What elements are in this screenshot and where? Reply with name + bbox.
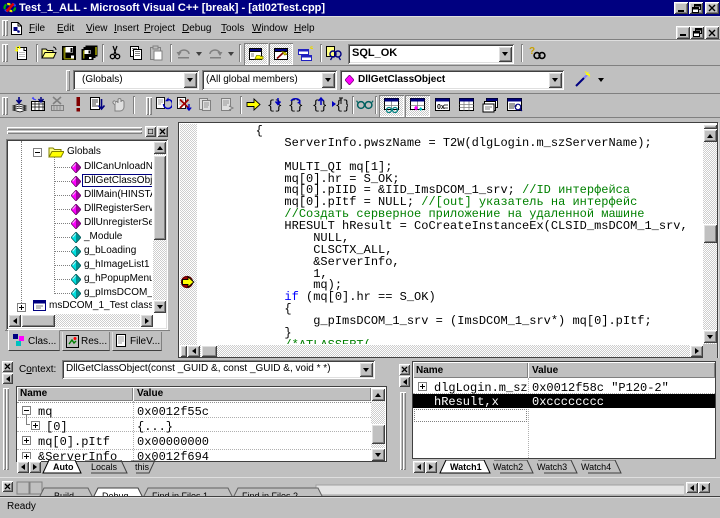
svg-text:Locals: Locals [91, 462, 118, 472]
svg-text:Watch4: Watch4 [581, 462, 611, 472]
svg-text:Build: Build [54, 491, 74, 496]
svg-text:0x: 0x [437, 104, 445, 111]
svg-text:{}: {} [267, 98, 283, 113]
svg-text:this: this [135, 462, 150, 472]
svg-text:Watch2: Watch2 [493, 462, 523, 472]
svg-text:Find in Files 1: Find in Files 1 [152, 491, 208, 496]
svg-text:Debug: Debug [102, 491, 129, 496]
svg-text:Watch1: Watch1 [450, 462, 482, 472]
svg-text:{}: {} [288, 98, 304, 113]
svg-text:Find in Files 2: Find in Files 2 [242, 491, 298, 496]
svg-text:Watch3: Watch3 [537, 462, 567, 472]
svg-text:Auto: Auto [53, 462, 74, 472]
